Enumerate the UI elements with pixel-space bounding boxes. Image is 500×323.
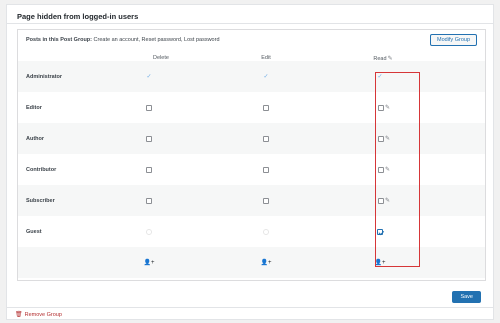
- posts-in-group: Posts in this Post Group: Create an acco…: [26, 37, 220, 43]
- edit-disabled: [263, 228, 269, 235]
- role-label: Subscriber: [26, 197, 55, 204]
- delete-checkbox[interactable]: [146, 166, 152, 173]
- checkmark-icon: ✓: [263, 73, 269, 80]
- edit-checkbox[interactable]: [263, 197, 269, 204]
- edit-checkbox[interactable]: [263, 166, 269, 173]
- add-user-icon[interactable]: 👤+: [144, 260, 155, 266]
- divider: [7, 307, 493, 308]
- posts-label: Posts in this Post Group:: [26, 37, 93, 43]
- checkmark-icon: ✓: [146, 73, 152, 80]
- delete-tick: ✓: [146, 74, 151, 80]
- delete-checkbox[interactable]: [146, 135, 152, 142]
- role-label: Guest: [26, 228, 42, 235]
- edit-checkbox[interactable]: [263, 104, 269, 111]
- role-label: Author: [26, 135, 45, 142]
- role-label: Administrator: [26, 73, 63, 80]
- add-user-icon[interactable]: 👤+: [261, 260, 272, 266]
- panel-title: Page hidden from logged-in users: [17, 12, 139, 21]
- role-label: Editor: [26, 104, 42, 111]
- trash-icon: 🗑: [15, 312, 23, 318]
- delete-checkbox[interactable]: [146, 104, 152, 111]
- modify-group-button[interactable]: Modify Group: [429, 34, 477, 46]
- remove-group-label: Remove Group: [24, 311, 62, 318]
- posts-list: Create an account, Reset password, Lost …: [93, 37, 220, 43]
- save-button[interactable]: Save: [452, 291, 481, 303]
- permissions-box: Posts in this Post Group: Create an acco…: [17, 29, 486, 281]
- post-group-panel: Page hidden from logged-in users Posts i…: [6, 4, 494, 320]
- read-column-highlight: [375, 72, 420, 267]
- role-label: Contributor: [26, 166, 57, 173]
- divider: [7, 23, 493, 24]
- delete-disabled: [146, 228, 152, 235]
- edit-checkbox[interactable]: [263, 135, 269, 142]
- delete-checkbox[interactable]: [146, 197, 152, 204]
- edit-tick: ✓: [263, 74, 268, 80]
- remove-group-link[interactable]: 🗑 Remove Group: [15, 311, 62, 319]
